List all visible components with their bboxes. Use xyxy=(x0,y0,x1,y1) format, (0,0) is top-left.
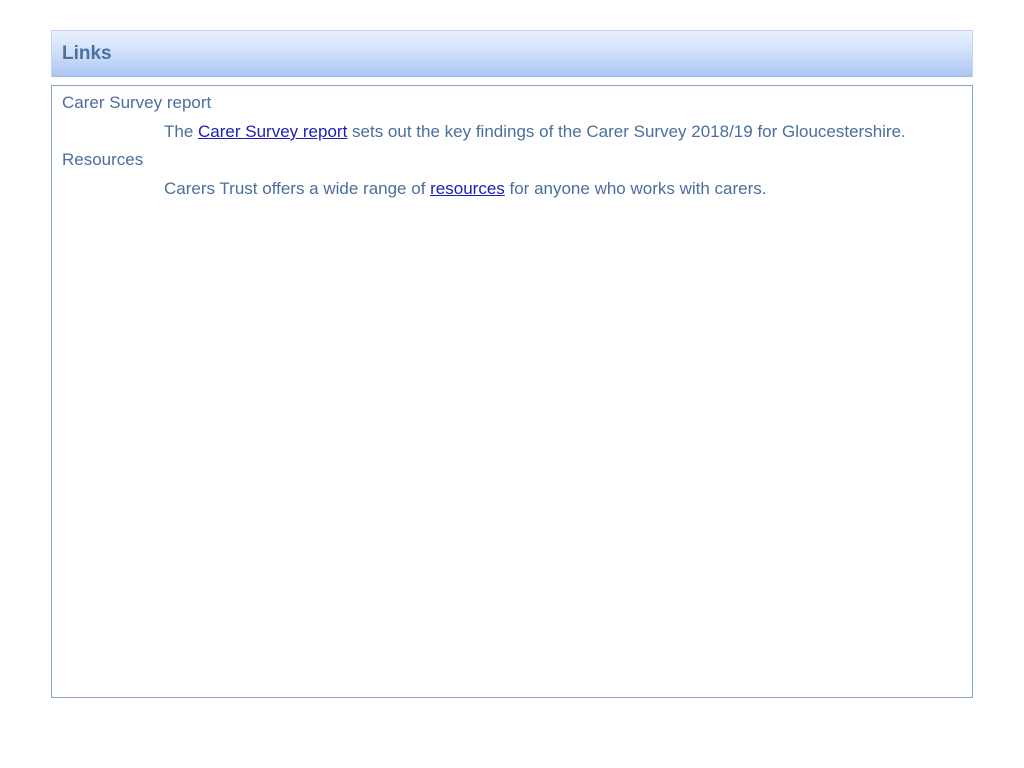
page-title: Links xyxy=(62,43,112,64)
description-text: for anyone who works with carers. xyxy=(504,179,767,198)
entry-title-carer-survey: Carer Survey report xyxy=(62,93,212,112)
links-header-bar: Links xyxy=(51,30,973,77)
description-text: Carers Trust offers a wide range of xyxy=(164,179,431,198)
page: Links Carer Survey report The Carer Surv… xyxy=(0,0,1024,768)
links-content-box: Carer Survey report The Carer Survey rep… xyxy=(51,85,973,698)
carer-survey-report-link[interactable]: Carer Survey report xyxy=(198,122,347,141)
description-text: The xyxy=(164,122,199,141)
entry-description-resources: Carers Trust offers a wide range of reso… xyxy=(164,179,767,199)
entry-description-carer-survey: The Carer Survey report sets out the key… xyxy=(164,122,906,142)
entry-title-resources: Resources xyxy=(62,150,144,169)
resources-link[interactable]: resources xyxy=(430,179,505,198)
description-text: sets out the key findings of the Carer S… xyxy=(347,122,906,141)
